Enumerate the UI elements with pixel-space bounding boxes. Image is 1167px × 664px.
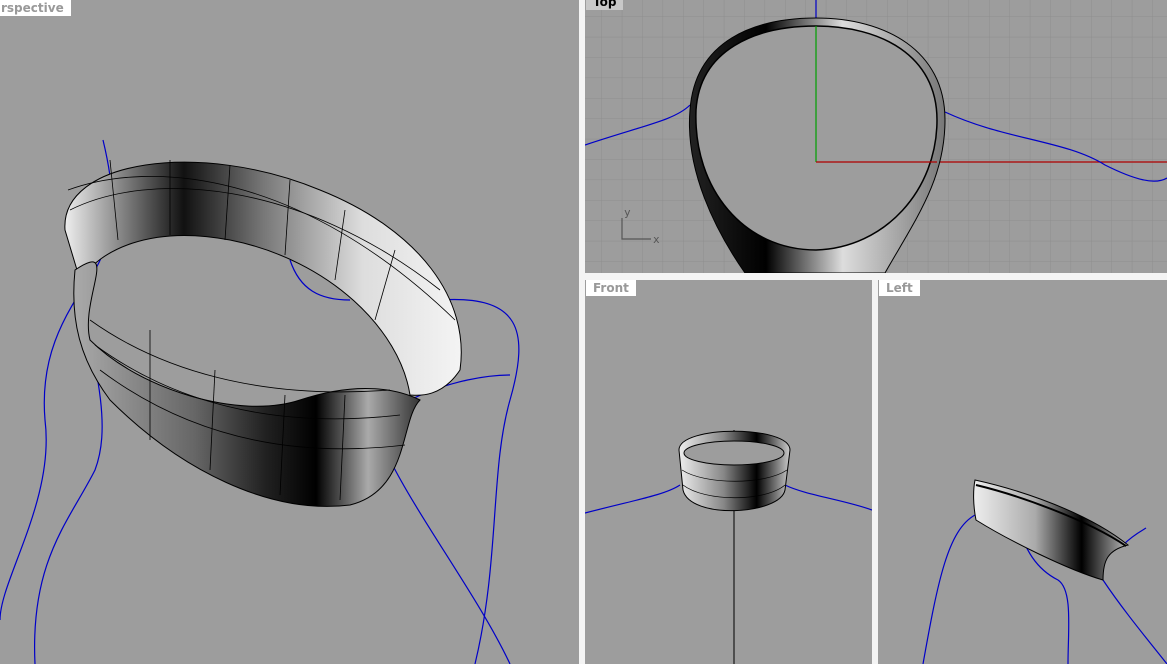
horizontal-splitter[interactable] <box>585 273 1167 280</box>
viewport-label-perspective[interactable]: rspective <box>0 0 71 16</box>
front-scene <box>585 430 872 664</box>
top-scene: y x <box>585 0 1167 273</box>
axis-y-label: y <box>624 206 631 219</box>
perspective-scene <box>0 139 520 664</box>
left-scene <box>922 479 1167 664</box>
viewport-front[interactable]: Front <box>585 280 872 664</box>
viewport-left[interactable]: Left <box>878 280 1167 664</box>
ring-inner-surface <box>64 161 462 396</box>
axis-x-label: x <box>653 233 660 246</box>
viewport-top[interactable]: y x Top <box>585 0 1167 273</box>
viewport-label-top[interactable]: Top <box>586 0 624 10</box>
viewport-perspective[interactable]: rspective <box>0 0 579 664</box>
ring-left-view <box>973 479 1130 581</box>
viewport-label-left[interactable]: Left <box>879 280 920 296</box>
viewport-label-front[interactable]: Front <box>586 280 636 296</box>
